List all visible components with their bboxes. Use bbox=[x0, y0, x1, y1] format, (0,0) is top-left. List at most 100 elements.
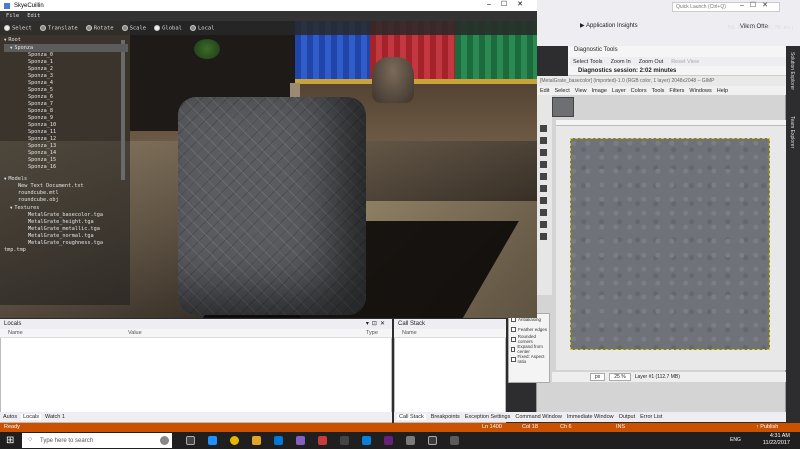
gimp-menu-select[interactable]: Select bbox=[554, 88, 569, 94]
tree-node[interactable]: Sponza_6 bbox=[4, 94, 128, 101]
tool-icons[interactable] bbox=[536, 95, 552, 295]
expand-icon[interactable]: ▼ bbox=[4, 37, 6, 42]
tree-node-sponza[interactable]: ▼ Sponza bbox=[4, 44, 128, 52]
expand-icon[interactable]: ▼ bbox=[4, 176, 6, 181]
chrome-browser-icon[interactable] bbox=[230, 436, 239, 445]
tab-call-stack[interactable]: Call Stack bbox=[397, 414, 426, 420]
window-controls[interactable]: –☐✕ bbox=[487, 0, 533, 8]
tree-node[interactable]: Sponza_5 bbox=[4, 87, 128, 94]
tree-node[interactable]: Sponza_8 bbox=[4, 108, 128, 115]
language-indicator[interactable]: ENG bbox=[730, 437, 741, 443]
vs-window-controls[interactable]: –☐✕ bbox=[740, 1, 774, 9]
tree-node[interactable]: Sponza_4 bbox=[4, 80, 128, 87]
mode-select[interactable]: Select bbox=[4, 24, 32, 31]
team-explorer-tab[interactable]: Team Explorer bbox=[789, 116, 795, 148]
gimp-menu-edit[interactable]: Edit bbox=[540, 88, 549, 94]
tab-command-window[interactable]: Command Window bbox=[515, 414, 561, 420]
mode-rotate[interactable]: Rotate bbox=[85, 24, 114, 31]
solution-explorer-tab[interactable]: Solution Explorer bbox=[789, 52, 795, 90]
menu-edit[interactable]: Edit bbox=[27, 13, 40, 19]
tab-breakpoints[interactable]: Breakpoints bbox=[431, 414, 460, 420]
metal-grate-texture-image[interactable] bbox=[570, 138, 770, 350]
taskbar-search-input[interactable]: ○ Type here to search bbox=[22, 433, 172, 448]
tree-node[interactable]: MetalGrate_metallic.tga bbox=[4, 226, 128, 233]
windows-start-icon[interactable]: ⊞ bbox=[6, 435, 14, 446]
publish-button[interactable]: ↑ Publish bbox=[756, 424, 778, 430]
tree-node[interactable]: tmp.tmp bbox=[4, 247, 128, 254]
gimp-menu-view[interactable]: View bbox=[575, 88, 587, 94]
skype-icon[interactable] bbox=[362, 436, 371, 445]
column-type[interactable]: Type bbox=[366, 330, 378, 336]
space-local[interactable]: Local bbox=[190, 24, 215, 31]
checkbox[interactable] bbox=[511, 356, 516, 362]
tree-node[interactable]: Sponza_10 bbox=[4, 122, 128, 129]
tree-node[interactable]: Sponza_1 bbox=[4, 59, 128, 66]
tree-node[interactable]: roundcube.obj bbox=[4, 197, 128, 204]
tree-node[interactable]: Sponza_15 bbox=[4, 157, 128, 164]
microphone-icon[interactable] bbox=[160, 436, 169, 445]
tree-node[interactable]: MetalGrate_basecolor.tga bbox=[4, 212, 128, 219]
skyecuillin-icon[interactable] bbox=[428, 436, 437, 445]
expand-icon[interactable]: ▼ bbox=[10, 205, 12, 210]
file-explorer-icon[interactable] bbox=[252, 436, 261, 445]
tree-node-root[interactable]: ▼ Root bbox=[4, 36, 128, 44]
gimp-menu-colors[interactable]: Colors bbox=[631, 88, 647, 94]
zoom-select[interactable]: 25 % bbox=[609, 373, 631, 381]
checkbox[interactable] bbox=[511, 346, 516, 352]
terminal-icon[interactable] bbox=[340, 436, 349, 445]
tab-autos[interactable]: Autos bbox=[3, 414, 17, 420]
column-value[interactable]: Value bbox=[128, 330, 142, 336]
option-fixed-aspect[interactable]: Fixed: Aspect ratio bbox=[509, 354, 549, 364]
application-insights-button[interactable]: ▶ Application Insights bbox=[580, 22, 638, 29]
tree-node[interactable]: Sponza_16 bbox=[4, 164, 128, 171]
gimp-menu-windows[interactable]: Windows bbox=[689, 88, 711, 94]
reset-view-button[interactable]: Reset View bbox=[671, 59, 699, 65]
tree-node[interactable]: Sponza_13 bbox=[4, 143, 128, 150]
tree-node[interactable]: Sponza_0 bbox=[4, 52, 128, 59]
tree-node[interactable]: Sponza_11 bbox=[4, 129, 128, 136]
store-icon[interactable] bbox=[274, 436, 283, 445]
tab-immediate-window[interactable]: Immediate Window bbox=[567, 414, 614, 420]
tree-node[interactable]: MetalGrate_height.tga bbox=[4, 219, 128, 226]
app-icon-red[interactable] bbox=[318, 436, 327, 445]
system-clock[interactable]: 4:31 AM 11/22/2017 bbox=[763, 433, 790, 447]
tree-node-models[interactable]: ▼ Models bbox=[4, 175, 128, 183]
tree-node[interactable]: New Text Document.txt bbox=[4, 183, 128, 190]
tree-node[interactable]: Sponza_3 bbox=[4, 73, 128, 80]
mode-translate[interactable]: Translate bbox=[39, 24, 78, 31]
tab-output[interactable]: Output bbox=[619, 414, 636, 420]
column-name[interactable]: Name bbox=[402, 330, 417, 336]
option-rounded-corners[interactable]: Rounded corners bbox=[509, 334, 549, 344]
visual-studio-icon[interactable] bbox=[296, 436, 305, 445]
tree-node[interactable]: MetalGrate_roughness.tga bbox=[4, 240, 128, 247]
gimp-menu-help[interactable]: Help bbox=[717, 88, 728, 94]
expand-icon[interactable]: ▼ bbox=[10, 45, 12, 50]
tab-exception-settings[interactable]: Exception Settings bbox=[465, 414, 511, 420]
tree-node[interactable]: Sponza_9 bbox=[4, 115, 128, 122]
edge-browser-icon[interactable] bbox=[208, 436, 217, 445]
gimp-toolbox[interactable] bbox=[536, 95, 552, 295]
gimp-menu-filters[interactable]: Filters bbox=[669, 88, 684, 94]
tab-error-list[interactable]: Error List bbox=[640, 414, 662, 420]
tree-node[interactable]: Sponza_12 bbox=[4, 136, 128, 143]
gimp-icon[interactable] bbox=[406, 436, 415, 445]
zoom-in-button[interactable]: Zoom In bbox=[611, 59, 631, 65]
visual-studio-2-icon[interactable] bbox=[384, 436, 393, 445]
gimp-menu-layer[interactable]: Layer bbox=[612, 88, 626, 94]
tab-watch-1[interactable]: Watch 1 bbox=[45, 414, 65, 420]
option-feather-edges[interactable]: Feather edges bbox=[509, 324, 549, 334]
tree-node[interactable]: Sponza_2 bbox=[4, 66, 128, 73]
select-tools-button[interactable]: Select Tools bbox=[573, 59, 603, 65]
image-thumbnail[interactable] bbox=[552, 97, 574, 117]
tree-node[interactable]: Sponza_7 bbox=[4, 101, 128, 108]
generic-app-icon[interactable] bbox=[450, 436, 459, 445]
mode-scale[interactable]: Scale bbox=[121, 24, 146, 31]
menu-file[interactable]: File bbox=[6, 13, 19, 19]
tab-locals[interactable]: Locals bbox=[21, 414, 41, 420]
tree-node[interactable]: MetalGrate_normal.tga bbox=[4, 233, 128, 240]
task-view-icon[interactable] bbox=[186, 436, 195, 445]
unit-select[interactable]: px bbox=[590, 373, 606, 381]
tree-node-textures[interactable]: ▼ Textures bbox=[4, 204, 128, 212]
option-expand-from-center[interactable]: Expand from center bbox=[509, 344, 549, 354]
space-global[interactable]: Global bbox=[154, 24, 182, 31]
